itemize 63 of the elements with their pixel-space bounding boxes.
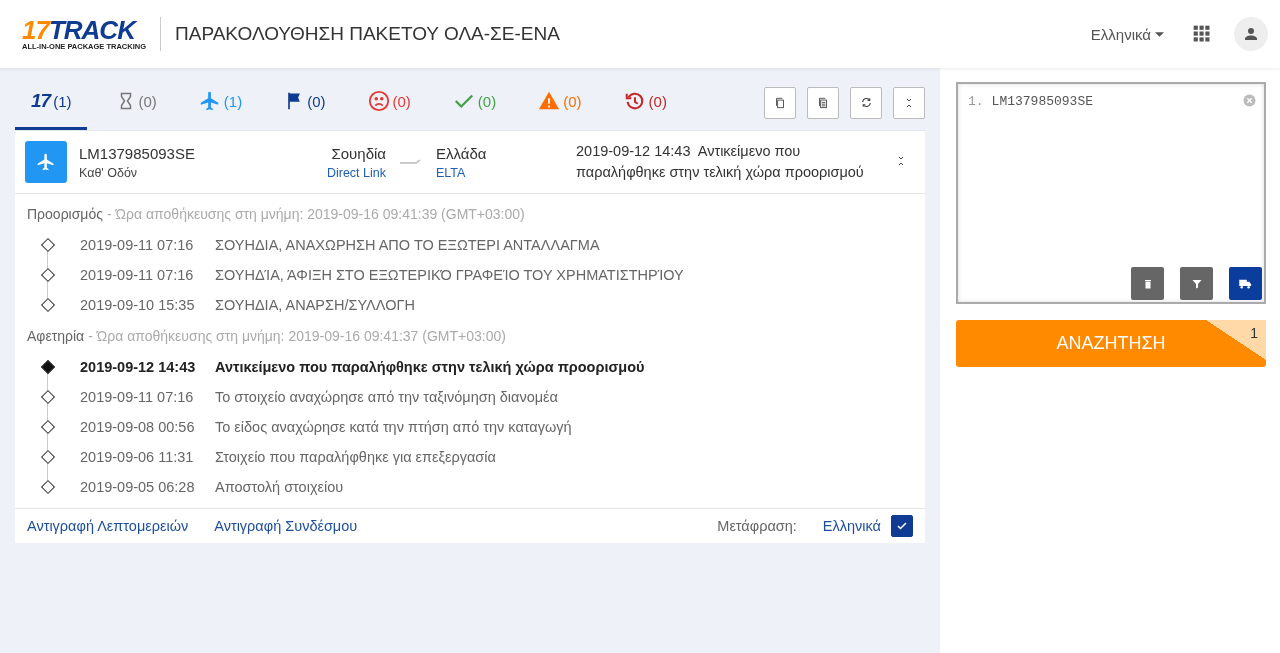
package-status: Καθ' Οδόν — [79, 165, 139, 180]
destination-carrier-link[interactable]: ELTA — [436, 165, 576, 180]
sad-face-icon — [367, 90, 390, 112]
page-title: ΠΑΡΑΚΟΛΟΥΘΗΣΗ ΠΑΚΕΤΟΥ ΟΛΑ-ΣΕ-ΕΝΑ — [175, 23, 561, 45]
event-description: Στοιχείο που παραλήφθηκε για επεξεργασία — [215, 449, 496, 465]
check-icon — [896, 520, 908, 532]
translate-checkbox[interactable] — [891, 515, 913, 537]
tracking-input-field[interactable]: 1. LM137985093SE — [956, 82, 1266, 304]
event-description: Το στοιχείο αναχώρησε από την ταξινόμηση διανομέα — [215, 389, 558, 405]
stored-time: - Ώρα αποθήκευσης στη μνήμη: 2019-09-16 09:41:39 (GMT+03:00) — [106, 206, 525, 222]
event-time: 2019-09-08 00:56 — [80, 419, 196, 435]
event-description: Το είδος αναχώρησε κατά την πτήση από την καταγωγή — [215, 419, 572, 435]
warning-icon — [538, 90, 561, 112]
origin-country: Σουηδία — [331, 144, 386, 162]
section-label: Αφετηρία — [27, 328, 85, 344]
tracking-number: LM137985093SE — [79, 144, 196, 162]
section-label: Προορισμός — [27, 206, 103, 222]
translate-label: Μετάφραση: — [717, 518, 797, 534]
latest-event: 2019-09-12 14:43 Αντικείμενο που παραλήφθηκε στην τελική χώρα προορισμού — [576, 142, 865, 182]
stored-time: - Ώρα αποθήκευσης στη μνήμη: 2019-09-16 09:41:37 (GMT+03:00) — [88, 328, 506, 344]
person-icon — [1242, 25, 1260, 43]
event-time: 2019-09-12 14:43 — [80, 359, 197, 375]
event-time: 2019-09-06 11:31 — [80, 449, 195, 465]
filter-icon — [1190, 277, 1203, 290]
clipboard-list-icon — [816, 95, 830, 110]
status-tab[interactable]: (0) — [607, 75, 683, 130]
search-button[interactable]: ΑΝΑΖΗΤΗΣΗ 1 — [956, 320, 1266, 367]
status-tab[interactable]: (0) — [101, 75, 173, 130]
event-description: ΣΟΥΗΔΙΑ, ΑΝΑΡΣΗ/ΣΥΛΛΟΓΗ — [215, 297, 415, 313]
apps-grid-icon — [1192, 24, 1212, 44]
language-selector[interactable]: Ελληνικά — [1084, 24, 1170, 44]
copy-button[interactable] — [764, 86, 796, 119]
delete-button[interactable] — [1131, 267, 1164, 300]
refresh-icon — [859, 96, 873, 109]
status-tab[interactable]: (0) — [268, 75, 342, 130]
event-time: 2019-09-11 07:16 — [80, 237, 195, 253]
copy-link[interactable]: Αντιγραφή Συνδέσμου — [214, 518, 358, 534]
event-description: ΣΟΥΗΔΙΑ, ΑΝΑΧΩΡΗΣΗ ΑΠΟ ΤΟ ΕΞΩΤΕΡΙ ΑΝΤΑΛΛΑΓΜΑ — [215, 237, 600, 253]
clear-icon — [1243, 94, 1256, 107]
airplane-icon — [36, 152, 56, 172]
airplane-icon — [198, 90, 221, 112]
status-tab[interactable]: (0) — [351, 75, 427, 130]
event-time: 2019-09-10 15:35 — [80, 297, 196, 313]
event-description: Αποστολή στοιχείου — [215, 479, 344, 495]
origin-carrier-link[interactable]: Direct Link — [326, 165, 386, 180]
carrier-button[interactable] — [1229, 267, 1262, 300]
event-description: Αντικείμενο που παραλήφθηκε στην τελική χώρα προορισμού — [215, 359, 645, 375]
refresh-button[interactable] — [850, 86, 882, 119]
destination-country: Ελλάδα — [436, 144, 488, 162]
event-time: 2019-09-05 06:28 — [80, 479, 196, 495]
caret-icon — [1155, 31, 1164, 37]
account-avatar[interactable] — [1234, 17, 1268, 51]
copy-icon — [773, 95, 787, 110]
event-description: ΣΟΥΗΔΊΑ, ΆΦΙΞΗ ΣΤΟ ΕΞΩΤΕΡΙΚΌ ΓΡΑΦΕΊΟ ΤΟΥ ΧΡΗΜΑΤΙΣΤΗΡΊΟΥ — [215, 267, 684, 283]
translate-language-link[interactable]: Ελληνικά — [822, 518, 881, 534]
copy-link[interactable]: Αντιγραφή Λεπτομερειών — [27, 518, 189, 534]
history-icon — [623, 90, 646, 112]
count-label: 1 — [1250, 325, 1258, 341]
copy-list-button[interactable] — [807, 86, 839, 119]
event-time: 2019-09-11 07:16 — [80, 267, 195, 283]
filter-button[interactable] — [1180, 267, 1213, 300]
event-time: 2019-09-11 07:16 — [80, 389, 195, 405]
logo-glyph: 17 — [31, 90, 51, 112]
